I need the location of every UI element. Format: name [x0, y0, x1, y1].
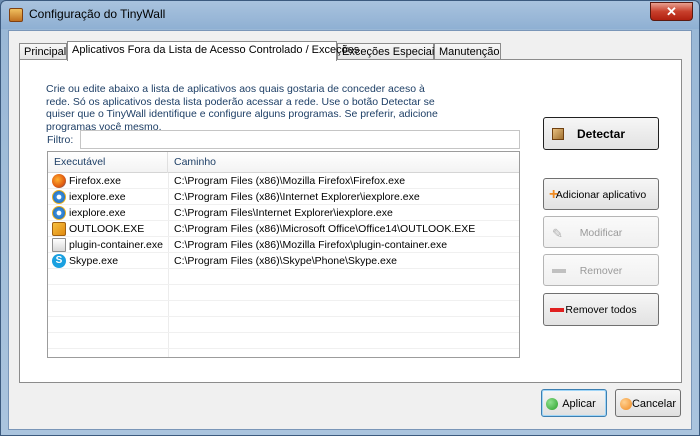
- empty-row: [48, 269, 519, 285]
- detect-button[interactable]: Detectar: [543, 117, 659, 150]
- cell-path: C:\Program Files (x86)\Mozilla Firefox\p…: [174, 239, 448, 251]
- add-application-button-label: Adicionar aplicativo: [555, 189, 647, 201]
- table-row[interactable]: iexplore.exe C:\Program Files\Internet E…: [48, 205, 519, 221]
- table-row[interactable]: Firefox.exe C:\Program Files (x86)\Mozil…: [48, 173, 519, 189]
- cell-path: C:\Program Files (x86)\Mozilla Firefox\F…: [174, 175, 406, 187]
- skype-icon: S: [52, 254, 66, 268]
- empty-row: [48, 285, 519, 301]
- column-header-executavel[interactable]: Executável: [48, 152, 168, 173]
- tab-principal[interactable]: Principal: [19, 43, 67, 60]
- title-bar[interactable]: Configuração do TinyWall ✕: [1, 1, 699, 29]
- detect-button-label: Detectar: [576, 127, 626, 141]
- column-header-caminho[interactable]: Caminho: [168, 152, 519, 173]
- apply-button[interactable]: Aplicar: [541, 389, 607, 417]
- add-application-button[interactable]: + Adicionar aplicativo: [543, 178, 659, 210]
- cancel-button[interactable]: Cancelar: [615, 389, 681, 417]
- cell-executable: OUTLOOK.EXE: [69, 223, 145, 235]
- cell-executable: Firefox.exe: [69, 175, 121, 187]
- table-row[interactable]: iexplore.exe C:\Program Files (x86)\Inte…: [48, 189, 519, 205]
- window-title: Configuração do TinyWall: [29, 7, 166, 21]
- table-row[interactable]: plugin-container.exe C:\Program Files (x…: [48, 237, 519, 253]
- table-row[interactable]: S Skype.exe C:\Program Files (x86)\Skype…: [48, 253, 519, 269]
- dialog-client-area: Principal Aplicativos Fora da Lista de A…: [8, 30, 692, 430]
- remove-button-label: Remover: [579, 265, 623, 277]
- tab-panel: Crie ou edite abaixo a lista de aplicati…: [19, 59, 682, 383]
- empty-row: [48, 317, 519, 333]
- tab-manutencao[interactable]: Manutenção: [434, 43, 501, 60]
- tab-aplicativos-excecoes[interactable]: Aplicativos Fora da Lista de Acesso Cont…: [67, 41, 359, 61]
- remove-button[interactable]: Remover: [543, 254, 659, 286]
- internet-explorer-icon: [52, 206, 66, 220]
- filter-label: Filtro:: [47, 134, 74, 146]
- internet-explorer-icon: [52, 190, 66, 204]
- modify-button-label: Modificar: [579, 227, 623, 239]
- filter-input[interactable]: [80, 130, 520, 149]
- remove-all-button-label: Remover todos: [565, 304, 637, 316]
- cell-executable: plugin-container.exe: [69, 239, 163, 251]
- close-button[interactable]: ✕: [650, 2, 693, 21]
- generic-app-icon: [52, 238, 66, 252]
- table-header: Executável Caminho: [48, 152, 519, 173]
- applications-table[interactable]: Executável Caminho Firefox.exe C:\Progra…: [47, 151, 520, 358]
- modify-button[interactable]: ✎ Modificar: [543, 216, 659, 248]
- tinywall-app-icon: [9, 8, 23, 22]
- empty-row: [48, 301, 519, 317]
- remove-all-button[interactable]: Remover todos: [543, 293, 659, 326]
- cell-executable: iexplore.exe: [69, 207, 126, 219]
- cell-path: C:\Program Files\Internet Explorer\iexpl…: [174, 207, 393, 219]
- cancel-button-label: Cancelar: [631, 398, 677, 410]
- firefox-icon: [52, 174, 66, 188]
- table-row[interactable]: OUTLOOK.EXE C:\Program Files (x86)\Micro…: [48, 221, 519, 237]
- cell-path: C:\Program Files (x86)\Internet Explorer…: [174, 191, 420, 203]
- cell-executable: iexplore.exe: [69, 191, 126, 203]
- cell-executable: Skype.exe: [69, 255, 119, 267]
- apply-button-label: Aplicar: [562, 398, 596, 410]
- cell-path: C:\Program Files (x86)\Microsoft Office\…: [174, 223, 476, 235]
- app-window: Configuração do TinyWall ✕ Principal Apl…: [0, 0, 700, 436]
- outlook-icon: [52, 222, 66, 236]
- cell-path: C:\Program Files (x86)\Skype\Phone\Skype…: [174, 255, 397, 267]
- description-text: Crie ou edite abaixo a lista de aplicati…: [46, 83, 438, 133]
- empty-row: [48, 333, 519, 349]
